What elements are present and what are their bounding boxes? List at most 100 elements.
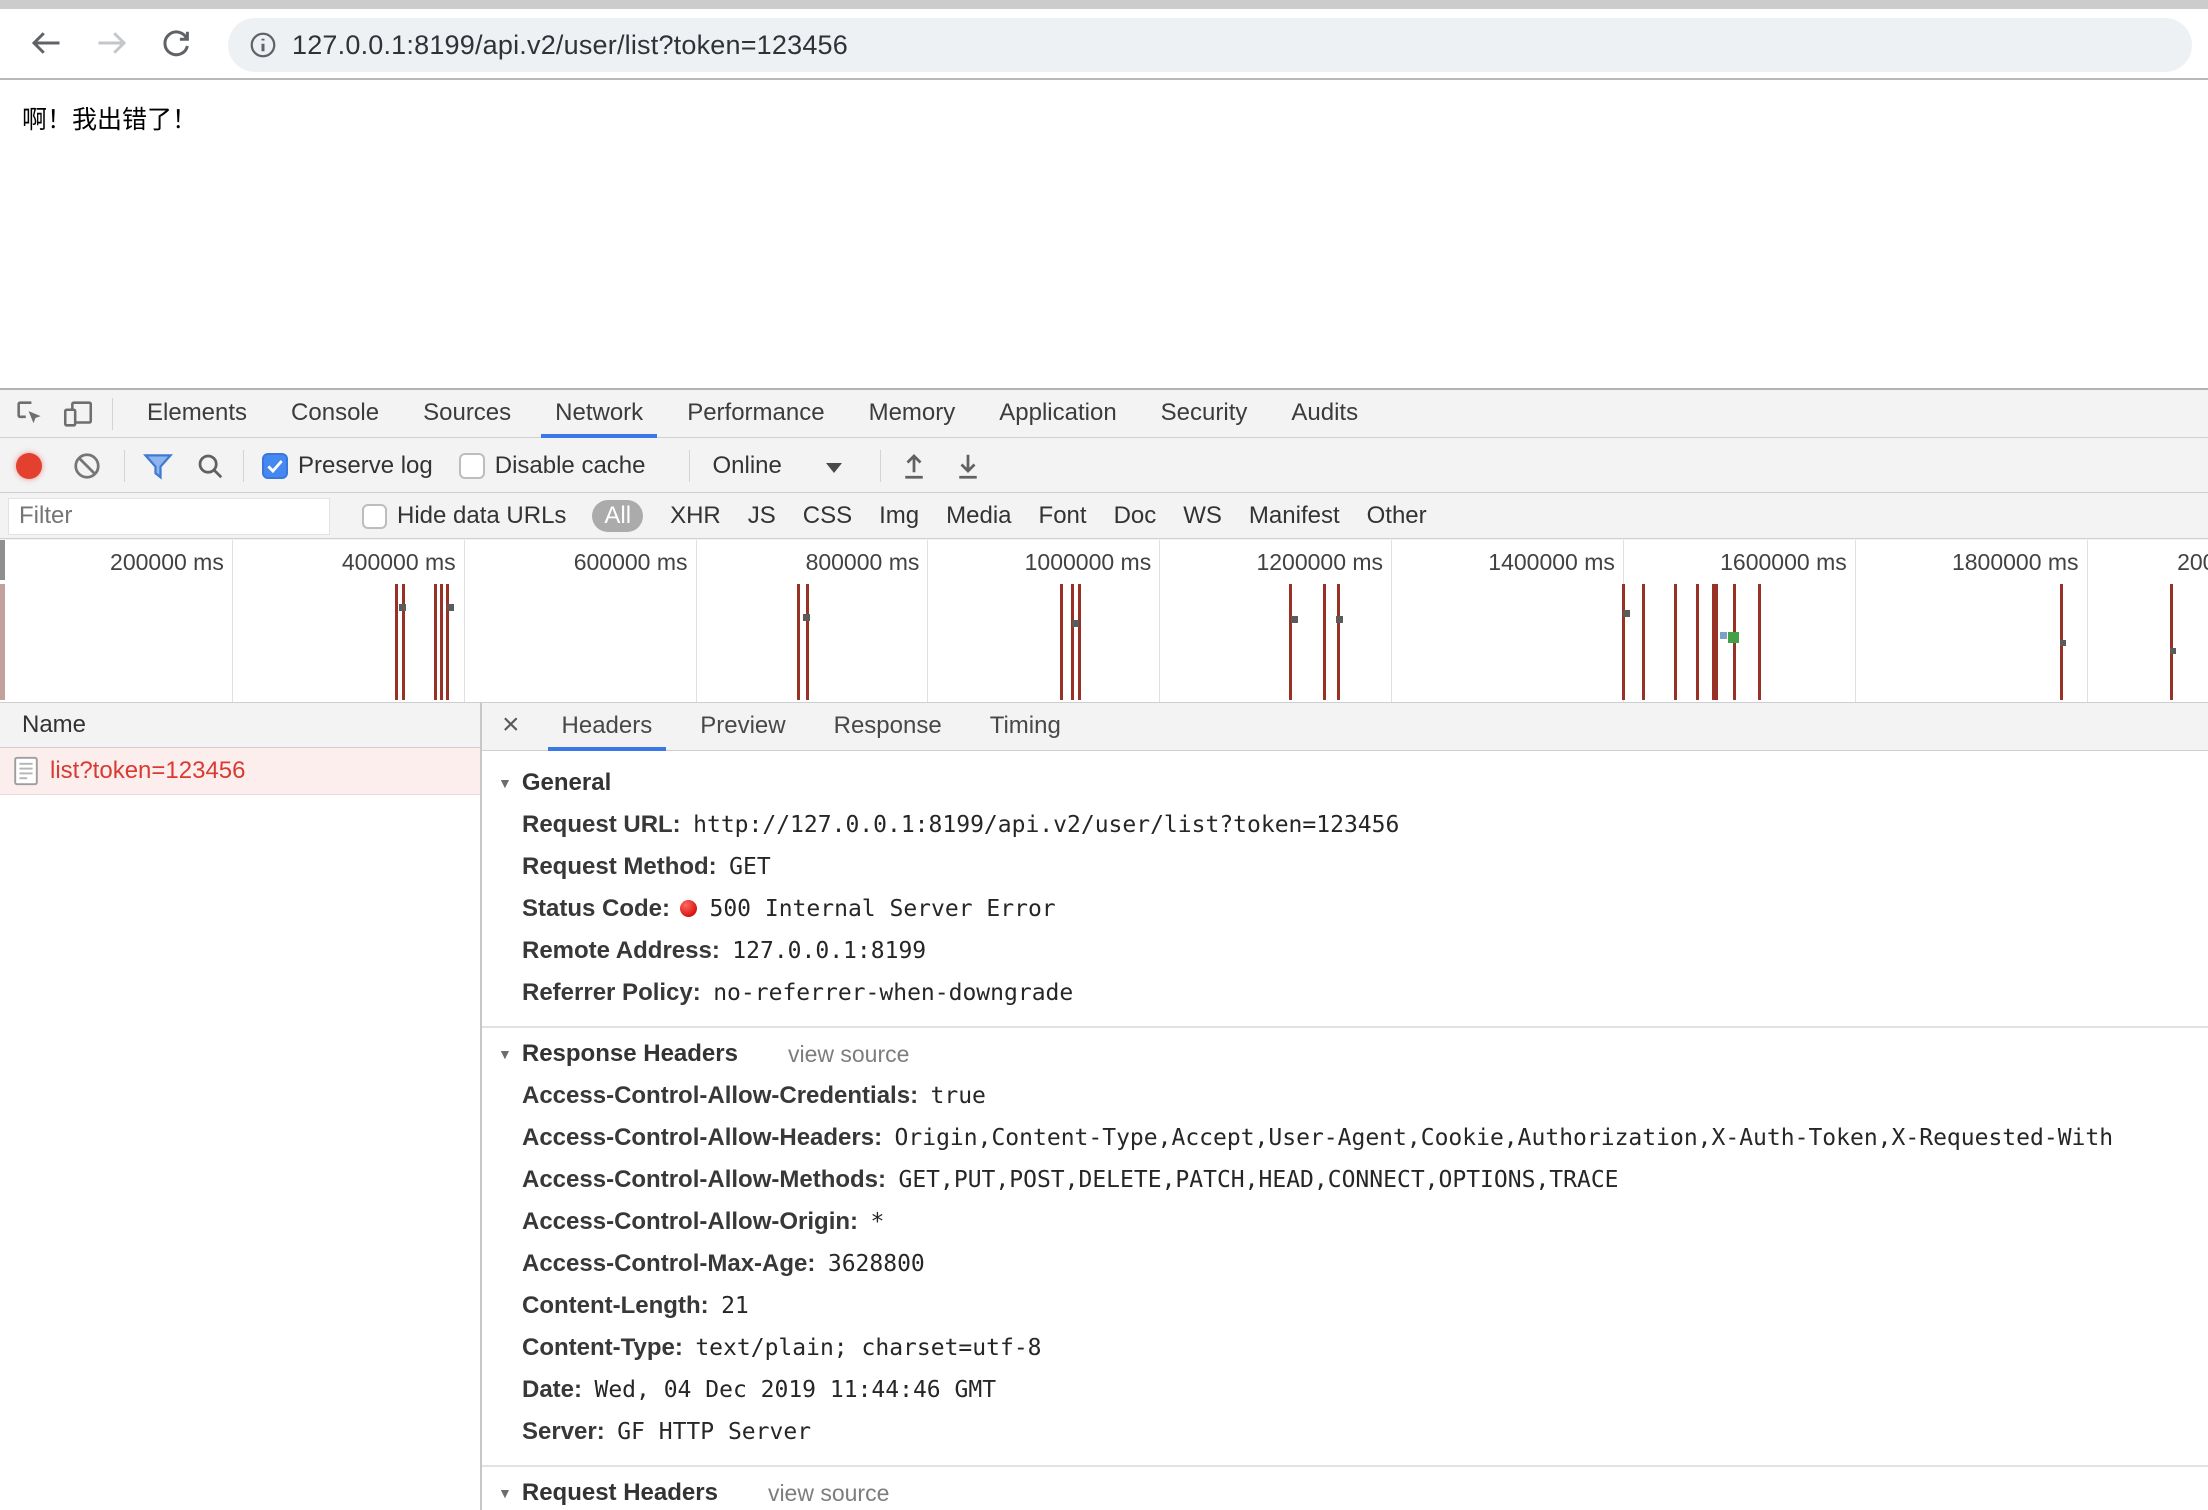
filter-type-css[interactable]: CSS (803, 502, 852, 530)
filter-toggle-button[interactable] (143, 451, 173, 481)
search-button[interactable] (195, 451, 225, 481)
devtools-panel: Elements Console Sources Network Perform… (0, 388, 2208, 1510)
tab-performance[interactable]: Performance (665, 390, 846, 438)
timeline-request-bar (1622, 584, 1625, 700)
header-item-value: Origin,Content-Type,Accept,User-Agent,Co… (895, 1125, 2114, 1151)
tab-security[interactable]: Security (1139, 390, 1270, 438)
filter-type-xhr[interactable]: XHR (670, 502, 721, 530)
network-overview-timeline[interactable]: 200000 ms 400000 ms 600000 ms 800000 ms … (0, 540, 2208, 703)
tab-application[interactable]: Application (977, 390, 1138, 438)
disable-cache-label[interactable]: Disable cache (495, 452, 646, 480)
timeline-marker (1720, 632, 1727, 639)
timeline-request-bar (1078, 584, 1081, 700)
view-source-link[interactable]: view source (788, 1041, 909, 1068)
request-headers-section-header[interactable]: ▼ Request Headers view source (498, 1477, 2208, 1509)
forward-button[interactable] (92, 23, 132, 63)
separator (112, 398, 113, 430)
close-icon[interactable]: × (482, 708, 538, 746)
chevron-expanded-icon: ▼ (498, 775, 512, 791)
disable-cache-checkbox[interactable] (459, 453, 485, 479)
tab-elements[interactable]: Elements (125, 390, 269, 438)
inspect-element-button[interactable] (12, 396, 48, 432)
filter-type-media[interactable]: Media (946, 502, 1011, 530)
browser-window: 127.0.0.1:8199/api.v2/user/list?token=12… (0, 0, 2208, 1510)
timeline-request-bar (1060, 584, 1063, 700)
tab-memory[interactable]: Memory (847, 390, 978, 438)
timeline-marker (447, 604, 454, 611)
filter-type-all[interactable]: All (592, 500, 643, 532)
back-button[interactable] (26, 23, 66, 63)
filter-type-font[interactable]: Font (1039, 502, 1087, 530)
filter-type-img[interactable]: Img (879, 502, 919, 530)
separator (880, 450, 881, 482)
hide-data-urls-checkbox[interactable] (362, 504, 387, 529)
header-item-value: Wed, 04 Dec 2019 11:44:46 GMT (594, 1377, 996, 1403)
filter-input[interactable] (8, 498, 330, 535)
filter-type-js[interactable]: JS (748, 502, 776, 530)
timeline-request-bar (1337, 584, 1340, 700)
clear-button[interactable] (72, 451, 102, 481)
tab-sources[interactable]: Sources (401, 390, 533, 438)
header-item: Content-Type: text/plain; charset=utf-8 (498, 1327, 2208, 1369)
request-row[interactable]: list?token=123456 (0, 748, 480, 795)
timeline-marker (1336, 616, 1343, 623)
filter-type-ws[interactable]: WS (1183, 502, 1222, 530)
header-item-label: Content-Type: (522, 1334, 683, 1361)
detail-tab-preview[interactable]: Preview (676, 703, 809, 751)
import-har-button[interactable] (899, 451, 929, 481)
filter-type-doc[interactable]: Doc (1114, 502, 1157, 530)
header-item-label: Remote Address: (522, 937, 720, 964)
chevron-expanded-icon: ▼ (498, 1485, 512, 1501)
section-divider (482, 1026, 2208, 1028)
timeline-marker (2170, 648, 2176, 654)
response-headers-section-header[interactable]: ▼ Response Headers view source (498, 1038, 2208, 1070)
timeline-marker (803, 614, 810, 621)
device-toolbar-button[interactable] (60, 396, 96, 432)
filter-type-other[interactable]: Other (1367, 502, 1427, 530)
general-section-header[interactable]: ▼ General (498, 767, 2208, 799)
timeline-request-bar (440, 584, 443, 700)
detail-tab-headers[interactable]: Headers (538, 703, 677, 751)
chevron-down-icon[interactable] (826, 463, 842, 473)
response-headers-title: Response Headers (522, 1040, 738, 1068)
tab-network[interactable]: Network (533, 390, 665, 438)
back-arrow-icon (28, 25, 64, 61)
header-item-value: GET (729, 854, 771, 880)
separator (243, 450, 244, 482)
timeline-marker (1623, 610, 1630, 617)
header-item-value: 500 Internal Server Error (709, 896, 1055, 922)
preserve-log-label[interactable]: Preserve log (298, 452, 433, 480)
checkmark-icon (265, 456, 285, 476)
detail-tab-response[interactable]: Response (810, 703, 966, 751)
page-info-icon[interactable] (248, 30, 278, 60)
header-item: Content-Length: 21 (498, 1285, 2208, 1327)
throttling-dropdown-value[interactable]: Online (712, 452, 781, 480)
section-divider (482, 1465, 2208, 1467)
tab-console[interactable]: Console (269, 390, 401, 438)
filter-type-manifest[interactable]: Manifest (1249, 502, 1340, 530)
upload-icon (899, 451, 929, 481)
header-item-value: 21 (721, 1293, 749, 1319)
header-item: Referrer Policy: no-referrer-when-downgr… (498, 972, 2208, 1014)
view-source-link[interactable]: view source (768, 1480, 889, 1507)
header-item-label: Status Code: (522, 895, 670, 922)
address-bar[interactable]: 127.0.0.1:8199/api.v2/user/list?token=12… (228, 18, 2192, 72)
timeline-request-bar (434, 584, 437, 700)
detail-tab-timing[interactable]: Timing (966, 703, 1085, 751)
tab-audits[interactable]: Audits (1269, 390, 1380, 438)
hide-data-urls-label[interactable]: Hide data URLs (397, 502, 566, 530)
preserve-log-checkbox[interactable] (262, 453, 288, 479)
header-item: Remote Address: 127.0.0.1:8199 (498, 930, 2208, 972)
header-item-value: true (931, 1083, 986, 1109)
request-list-panel: Name list?token=123456 (0, 703, 482, 1510)
request-list-header[interactable]: Name (0, 703, 480, 748)
timeline-request-bar (395, 584, 398, 700)
header-item: Request Method: GET (498, 846, 2208, 888)
header-item-label: Date: (522, 1376, 582, 1403)
document-icon (14, 756, 38, 786)
record-button[interactable] (16, 453, 42, 479)
device-toolbar-icon (61, 397, 95, 431)
header-item-value: no-referrer-when-downgrade (713, 980, 1073, 1006)
export-har-button[interactable] (953, 451, 983, 481)
reload-button[interactable] (156, 23, 196, 63)
